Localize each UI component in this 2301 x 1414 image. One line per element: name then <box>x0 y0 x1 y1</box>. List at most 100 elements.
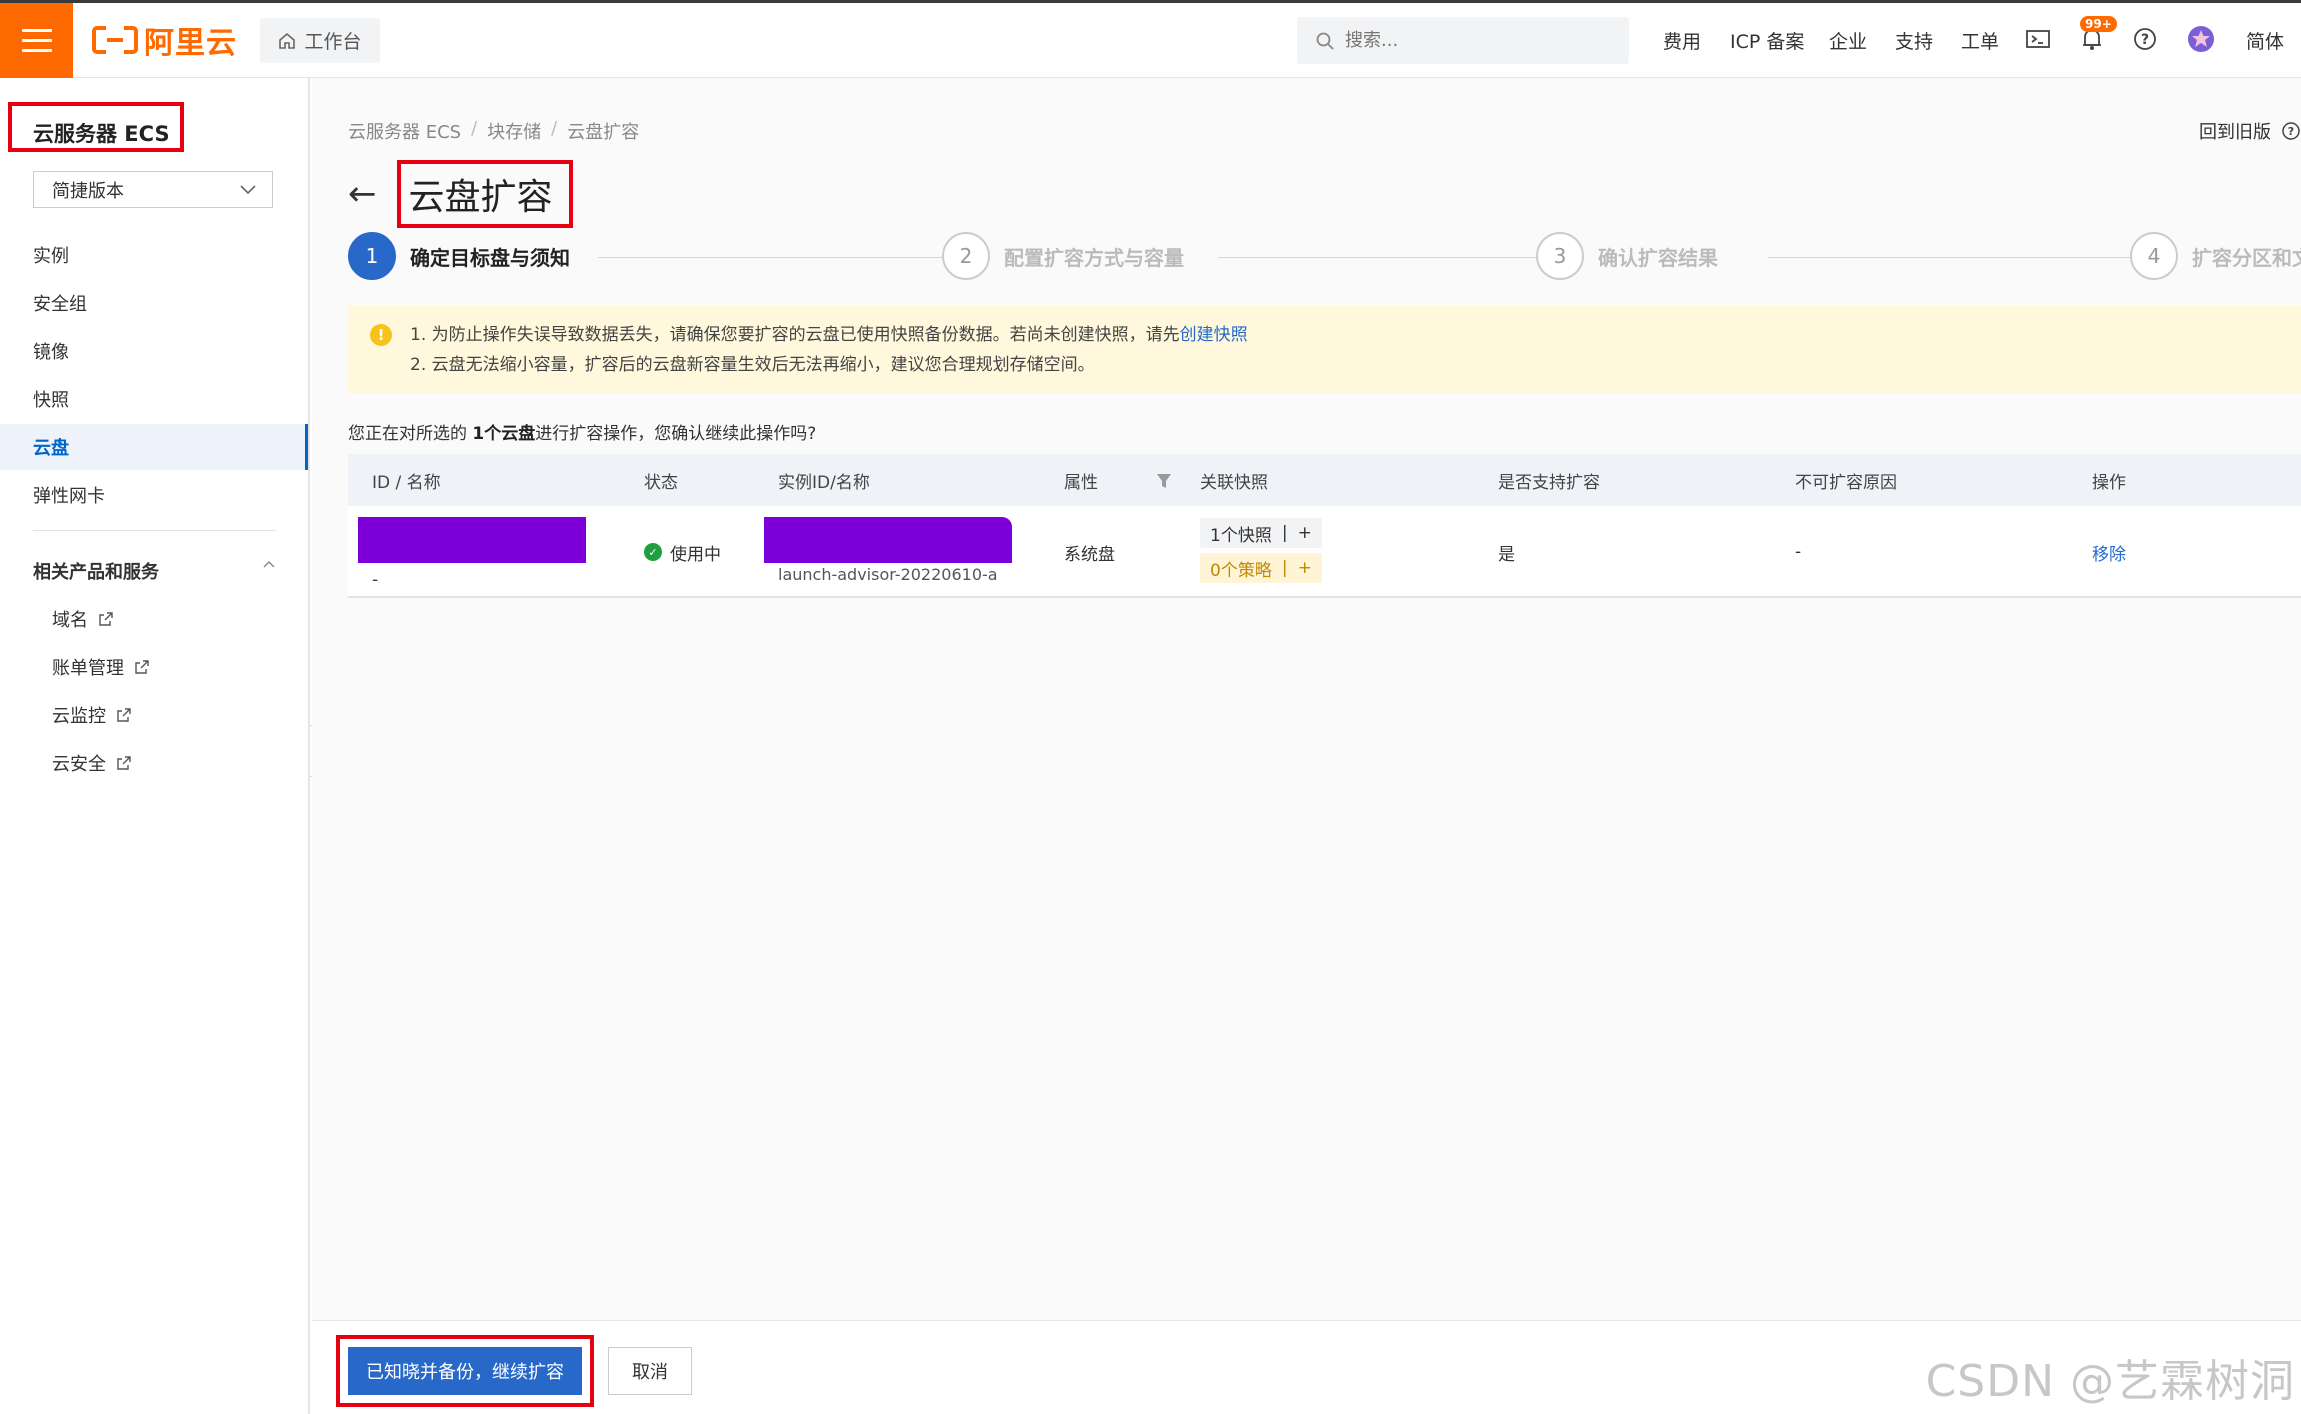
hamburger-menu-icon[interactable] <box>0 3 73 78</box>
related-security-label: 云安全 <box>52 754 106 775</box>
disk-count: 1个云盘 <box>472 424 536 444</box>
step-2: 2 配置扩容方式与容量 <box>942 232 1184 280</box>
table-row: - ✓ 使用中 launch-advisor-20220610-a 系统盘 1个… <box>348 506 2301 598</box>
step-2-number: 2 <box>942 232 990 280</box>
status-cell: ✓ 使用中 <box>644 506 721 598</box>
page-title: 云盘扩容 <box>408 177 553 218</box>
related-domain-label: 域名 <box>52 610 88 631</box>
notice-line-2: 2. 云盘无法缩小容量，扩容后的云盘新容量生效后无法再缩小，建议您合理规划存储空… <box>410 355 1095 375</box>
notice-line-1: 1. 为防止操作失误导致数据丢失，请确保您要扩容的云盘已使用快照备份数据。若尚未… <box>410 320 2281 350</box>
col-attribute: 属性 <box>1064 472 1098 493</box>
snapshot-tag[interactable]: 1个快照 | + <box>1200 518 1322 548</box>
col-status: 状态 <box>644 472 678 493</box>
language-switch[interactable]: 简体 <box>2246 27 2284 54</box>
related-security[interactable]: 云安全 <box>52 750 132 776</box>
page-header: ← 云盘扩容 <box>348 160 573 228</box>
chevron-up-icon <box>263 561 275 568</box>
policy-count: 0个策略 <box>1210 560 1272 581</box>
col-expandable: 是否支持扩容 <box>1498 472 1600 493</box>
step-4: 4 扩容分区和文 <box>2130 232 2301 280</box>
breadcrumb-ecs[interactable]: 云服务器 ECS <box>348 118 461 144</box>
nav-support[interactable]: 支持 <box>1895 27 1933 54</box>
top-navbar: 阿里云 工作台 费用 ICP 备案 企业 支持 工单 99+ ? 简体 <box>0 0 2301 78</box>
breadcrumb-current: 云盘扩容 <box>567 122 640 143</box>
svg-text:?: ? <box>2141 32 2149 48</box>
step-3-label: 确认扩容结果 <box>1598 245 1718 270</box>
warning-notice: ! 1. 为防止操作失误导致数据丢失，请确保您要扩容的云盘已使用快照备份数据。若… <box>348 306 2301 394</box>
step-4-number: 4 <box>2130 232 2178 280</box>
step-connector <box>1768 257 2153 258</box>
search-input[interactable] <box>1345 30 1605 51</box>
nav-fees[interactable]: 费用 <box>1663 27 1701 54</box>
breadcrumb-separator: / <box>551 118 558 139</box>
step-3: 3 确认扩容结果 <box>1536 232 1718 280</box>
home-icon <box>279 32 296 49</box>
back-to-old-version[interactable]: 回到旧版 ? <box>2199 118 2301 144</box>
related-domain[interactable]: 域名 <box>52 606 114 632</box>
version-select[interactable]: 简捷版本 <box>33 171 273 208</box>
notification-badge: 99+ <box>2080 16 2117 32</box>
remove-link[interactable]: 移除 <box>2092 506 2126 598</box>
aliyun-logo[interactable]: 阿里云 <box>92 22 237 61</box>
cancel-button[interactable]: 取消 <box>608 1347 692 1395</box>
main-content: 云服务器 ECS / 块存储 / 云盘扩容 回到旧版 ? ← 云盘扩容 1 确定… <box>312 78 2301 1414</box>
highlight-box-page-title: 云盘扩容 <box>396 160 573 228</box>
external-link-icon <box>117 708 131 722</box>
continue-expand-button[interactable]: 已知晓并备份，继续扩容 <box>348 1347 582 1395</box>
plus-icon[interactable]: + <box>1298 523 1312 543</box>
confirm-question: 您正在对所选的 1个云盘进行扩容操作，您确认继续此操作吗? <box>348 419 816 444</box>
svg-text:?: ? <box>2288 125 2294 138</box>
step-1-label: 确定目标盘与须知 <box>410 245 570 270</box>
expandable-value: 是 <box>1498 544 1515 565</box>
sidebar-item-instance[interactable]: 实例 <box>0 232 308 278</box>
global-search[interactable] <box>1297 17 1629 64</box>
footer-action-bar: 已知晓并备份，继续扩容 取消 CSDN @艺霖树洞 <box>312 1320 2301 1414</box>
confirm-prefix: 您正在对所选的 <box>348 424 473 444</box>
related-billing[interactable]: 账单管理 <box>52 654 150 680</box>
help-icon[interactable]: ? <box>2281 121 2301 141</box>
terminal-icon[interactable] <box>2024 25 2052 53</box>
notice-line-1-text: 1. 为防止操作失误导致数据丢失，请确保您要扩容的云盘已使用快照备份数据。若尚未… <box>410 325 1180 345</box>
step-4-label: 扩容分区和文 <box>2192 245 2301 270</box>
related-products-section[interactable]: 相关产品和服务 <box>33 558 276 584</box>
sidebar-item-snapshot[interactable]: 快照 <box>0 376 308 422</box>
breadcrumb-block-storage[interactable]: 块存储 <box>487 118 541 144</box>
chevron-down-icon <box>240 184 256 194</box>
create-snapshot-link[interactable]: 创建快照 <box>1180 325 1248 345</box>
nav-ticket[interactable]: 工单 <box>1961 27 1999 54</box>
col-id-name: ID / 名称 <box>372 472 441 493</box>
related-cloudmonitor[interactable]: 云监控 <box>52 702 132 728</box>
table-header: ID / 名称 状态 实例ID/名称 属性 关联快照 是否支持扩容 不可扩容原因… <box>348 454 2301 506</box>
plus-icon[interactable]: + <box>1298 558 1312 578</box>
attribute-value: 系统盘 <box>1064 544 1115 565</box>
warning-icon: ! <box>370 324 392 346</box>
sidebar-item-eni[interactable]: 弹性网卡 <box>0 472 308 518</box>
status-text: 使用中 <box>670 544 721 565</box>
filter-icon[interactable] <box>1156 454 1172 506</box>
step-connector <box>1218 257 1573 258</box>
disk-name: - <box>372 570 379 590</box>
nav-icp[interactable]: ICP 备案 <box>1730 27 1804 54</box>
external-link-icon <box>117 756 131 770</box>
step-2-label: 配置扩容方式与容量 <box>1004 245 1184 270</box>
policy-tag[interactable]: 0个策略 | + <box>1200 553 1322 583</box>
sidebar-item-image[interactable]: 镜像 <box>0 328 308 374</box>
sidebar-item-security-group[interactable]: 安全组 <box>0 280 308 326</box>
col-action: 操作 <box>2092 472 2126 493</box>
breadcrumb-separator: / <box>471 118 478 139</box>
col-reason: 不可扩容原因 <box>1795 472 1897 493</box>
aliyun-logo-icon <box>92 26 138 54</box>
sidebar-item-disk[interactable]: 云盘 <box>0 424 308 470</box>
help-icon[interactable]: ? <box>2131 25 2159 53</box>
sidebar: 云服务器 ECS 简捷版本 实例 安全组 镜像 快照 云盘 弹性网卡 相关产品和… <box>0 78 310 1414</box>
version-select-value: 简捷版本 <box>52 180 124 202</box>
col-instance: 实例ID/名称 <box>778 472 870 493</box>
nav-enterprise[interactable]: 企业 <box>1829 27 1867 54</box>
redaction-disk-id <box>358 517 586 563</box>
back-arrow-icon[interactable]: ← <box>348 174 377 214</box>
workbench-button[interactable]: 工作台 <box>260 18 380 63</box>
avatar[interactable] <box>2187 25 2215 53</box>
reason-value: - <box>1795 542 1802 562</box>
related-billing-label: 账单管理 <box>52 658 124 679</box>
step-3-number: 3 <box>1536 232 1584 280</box>
